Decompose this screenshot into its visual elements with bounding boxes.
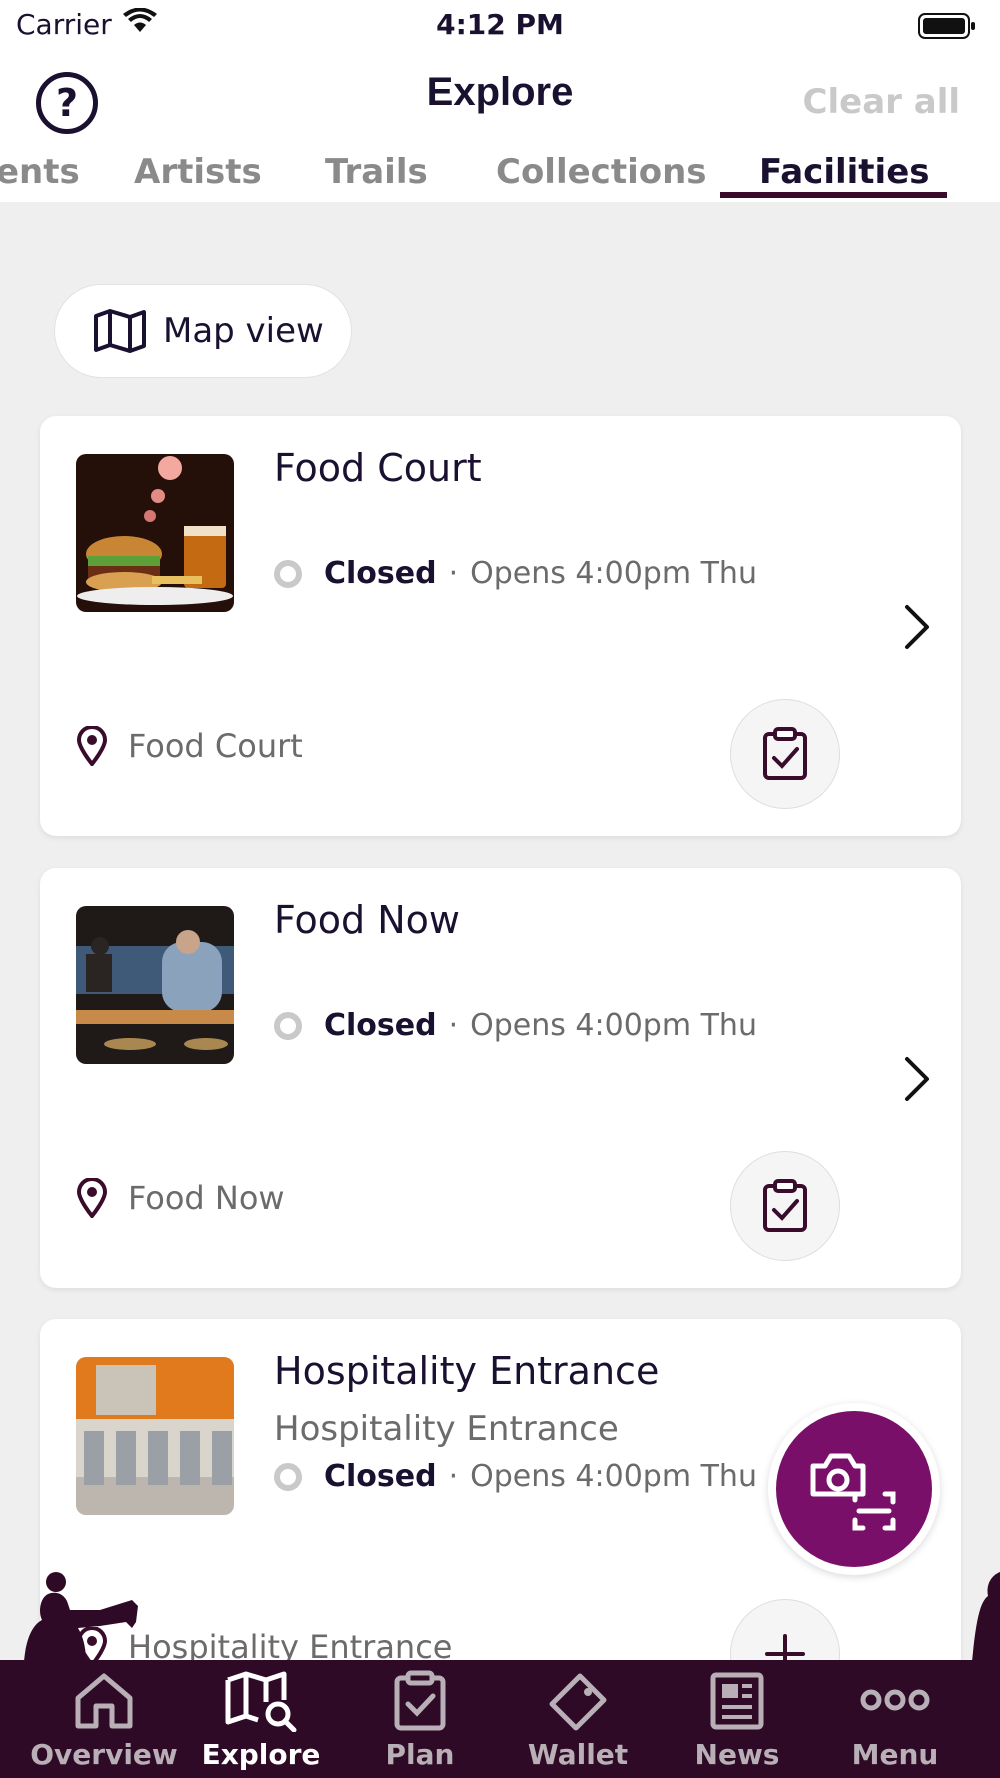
nav-label: Menu <box>851 1738 939 1771</box>
figure-silhouette-icon <box>972 1572 1000 1662</box>
opening-time: Opens 4:00pm Thu <box>470 556 757 591</box>
facility-card[interactable]: Food Court Closed · Opens 4:00pm Thu Foo… <box>40 416 961 836</box>
nav-overview[interactable]: Overview <box>24 1660 184 1778</box>
status-indicator-icon <box>274 1011 302 1040</box>
opening-time: Opens 4:00pm Thu <box>470 1008 757 1043</box>
clipboard-check-icon <box>763 727 807 780</box>
facility-card[interactable]: Food Now Closed · Opens 4:00pm Thu Food … <box>40 868 961 1288</box>
nav-plan[interactable]: Plan <box>340 1660 500 1778</box>
opening-status: Closed · Opens 4:00pm Thu <box>274 1459 757 1494</box>
bottom-tab-bar: Overview Explore Plan Wallet News Menu <box>0 1660 1000 1778</box>
location-pin-icon <box>76 726 108 766</box>
nav-news[interactable]: News <box>657 1660 817 1778</box>
newspaper-icon <box>710 1672 764 1730</box>
nav-label: Wallet <box>527 1738 629 1771</box>
battery-icon <box>918 12 976 44</box>
map-view-label: Map view <box>163 311 324 351</box>
location-label: Food Now <box>128 1179 285 1217</box>
add-to-plan-button[interactable] <box>730 1151 840 1261</box>
status-separator: · <box>448 556 459 591</box>
status-separator: · <box>448 1008 459 1043</box>
facility-title: Food Now <box>274 898 460 942</box>
scan-button[interactable] <box>768 1403 940 1575</box>
status-bar: Carrier 4:12 PM <box>0 0 1000 52</box>
tab-facilities[interactable]: Facilities <box>759 152 930 192</box>
tab-artists[interactable]: Artists <box>134 152 262 192</box>
more-dots-icon <box>860 1689 930 1711</box>
location-label: Food Court <box>128 727 303 765</box>
facility-title: Food Court <box>274 446 482 490</box>
clear-all-button[interactable]: Clear all <box>803 82 960 122</box>
nav-label: Explore <box>201 1738 321 1771</box>
facility-location: Food Now <box>76 1178 285 1218</box>
trumpet-player-silhouette-icon <box>24 1572 138 1662</box>
navigation-bar: ? Explore Clear all ents Artists Trails … <box>0 52 1000 202</box>
opening-time: Opens 4:00pm Thu <box>470 1459 757 1494</box>
map-search-icon <box>225 1671 297 1732</box>
facility-location: Food Court <box>76 726 303 766</box>
home-icon <box>75 1673 133 1729</box>
clipboard-check-icon <box>763 1179 807 1232</box>
clock: 4:12 PM <box>436 8 564 41</box>
facility-thumbnail <box>76 454 234 612</box>
status-label: Closed <box>324 1459 437 1494</box>
map-icon <box>94 309 146 353</box>
add-to-plan-button[interactable] <box>730 699 840 809</box>
status-separator: · <box>448 1459 459 1494</box>
status-indicator-icon <box>274 1462 302 1491</box>
opening-status: Closed · Opens 4:00pm Thu <box>274 556 757 591</box>
location-pin-icon <box>76 1178 108 1218</box>
map-view-button[interactable]: Map view <box>54 284 352 378</box>
status-label: Closed <box>324 556 437 591</box>
facility-thumbnail <box>76 1357 234 1515</box>
active-tab-indicator <box>720 192 947 198</box>
category-tabs: ents Artists Trails Collections Faciliti… <box>0 152 1000 208</box>
facility-title: Hospitality Entrance <box>274 1349 660 1393</box>
status-indicator-icon <box>274 559 302 588</box>
chevron-right-icon[interactable] <box>903 604 931 650</box>
ticket-icon <box>549 1673 607 1731</box>
facility-subtitle: Hospitality Entrance <box>274 1409 619 1449</box>
status-label: Closed <box>324 1008 437 1043</box>
tab-trails[interactable]: Trails <box>325 152 428 192</box>
nav-menu[interactable]: Menu <box>815 1660 975 1778</box>
chevron-right-icon[interactable] <box>903 1056 931 1102</box>
tab-events[interactable]: ents <box>0 152 80 192</box>
nav-label: Overview <box>30 1738 178 1771</box>
facility-thumbnail <box>76 906 234 1064</box>
clipboard-check-icon <box>394 1670 446 1731</box>
nav-explore[interactable]: Explore <box>181 1660 341 1778</box>
nav-label: News <box>694 1738 780 1771</box>
tab-collections[interactable]: Collections <box>496 152 707 192</box>
nav-label: Plan <box>385 1738 455 1771</box>
nav-wallet[interactable]: Wallet <box>498 1660 658 1778</box>
camera-scan-icon <box>810 1453 896 1531</box>
opening-status: Closed · Opens 4:00pm Thu <box>274 1008 757 1043</box>
